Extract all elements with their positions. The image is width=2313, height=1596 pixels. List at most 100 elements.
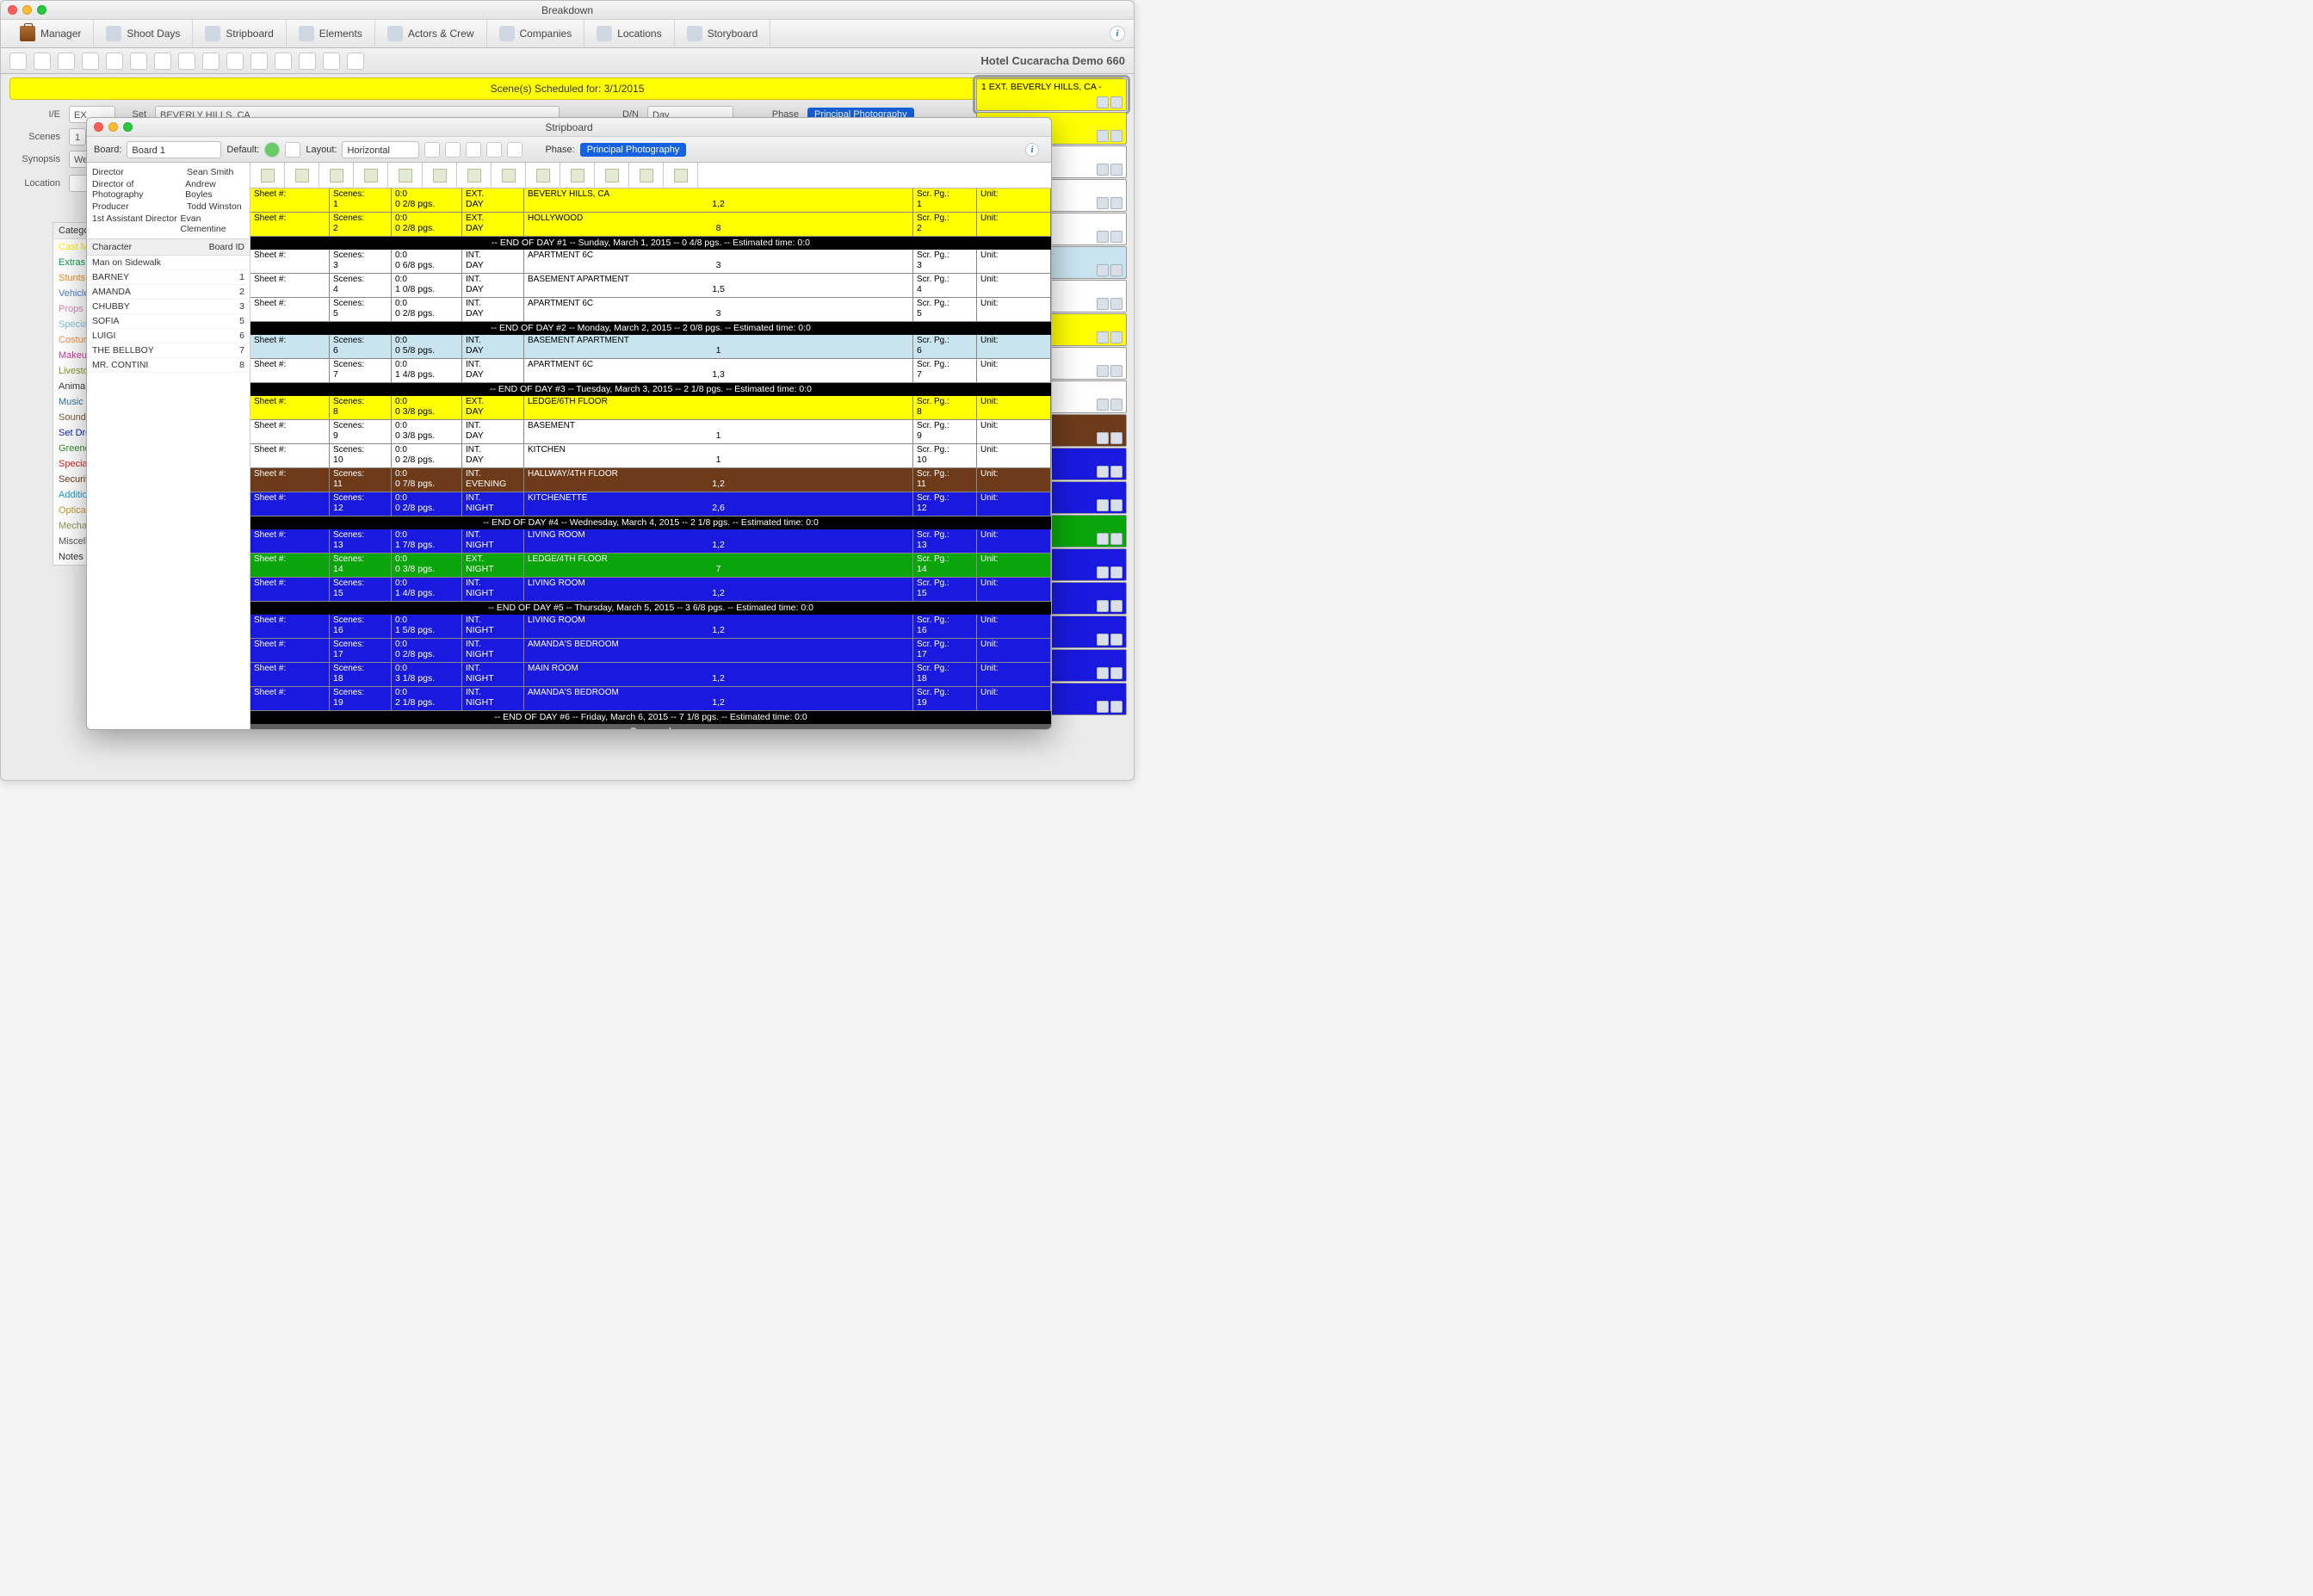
tab-actors-crew[interactable]: Actors & Crew [375, 20, 487, 47]
strip-tool-icon[interactable] [629, 163, 664, 189]
strip-tool-icon[interactable] [319, 163, 354, 189]
strip-row[interactable]: Sheet #:Scenes:50:00 2/8 pgs.INT.DAYAPAR… [250, 298, 1051, 322]
strip-row[interactable]: Sheet #:Scenes:10:00 2/8 pgs.EXT.DAYBEVE… [250, 189, 1051, 213]
day-break[interactable]: -- END OF DAY #3 -- Tuesday, March 3, 20… [250, 383, 1051, 396]
strip-row[interactable]: Sheet #:Scenes:140:00 3/8 pgs.EXT.NIGHTL… [250, 554, 1051, 578]
strip-row[interactable]: Sheet #:Scenes:30:00 6/8 pgs.INT.DAYAPAR… [250, 250, 1051, 274]
strip-row[interactable]: Sheet #:Scenes:180:03 1/8 pgs.INT.NIGHTM… [250, 663, 1051, 687]
strip-row[interactable]: Sheet #:Scenes:120:00 2/8 pgs.INT.NIGHTK… [250, 492, 1051, 517]
strip-row[interactable]: Sheet #:Scenes:110:00 7/8 pgs.INT.EVENIN… [250, 468, 1051, 492]
strip-tool-icon[interactable] [526, 163, 560, 189]
strip-tool-icon[interactable] [285, 163, 319, 189]
layout-select[interactable]: Horizontal [342, 141, 419, 158]
close-icon[interactable] [94, 122, 103, 132]
day-break[interactable]: -- END OF DAY #5 -- Thursday, March 5, 2… [250, 602, 1051, 615]
character-row[interactable]: SOFIA5 [87, 314, 250, 329]
tool-e-icon[interactable] [507, 142, 523, 158]
day-break[interactable]: -- END OF DAY #1 -- Sunday, March 1, 201… [250, 237, 1051, 250]
strip-row[interactable]: Sheet #:Scenes:90:00 3/8 pgs.INT.DAYBASE… [250, 420, 1051, 444]
day-break[interactable]: -- END OF DAY #6 -- Friday, March 6, 201… [250, 711, 1051, 724]
zoom-icon[interactable] [37, 5, 46, 15]
strip-tool-icon[interactable] [560, 163, 595, 189]
strip-tool-icon[interactable] [250, 163, 285, 189]
tool-misc1-icon[interactable] [226, 53, 244, 70]
tool-page-icon[interactable] [130, 53, 147, 70]
tool-export-icon[interactable] [154, 53, 171, 70]
character-row[interactable]: BARNEY1 [87, 270, 250, 285]
strip-row[interactable]: Sheet #:Scenes:150:01 4/8 pgs.INT.NIGHTL… [250, 578, 1051, 602]
strip-row[interactable]: Sheet #:Scenes:70:01 4/8 pgs.INT.DAYAPAR… [250, 359, 1051, 383]
strip-tool-icon[interactable] [457, 163, 492, 189]
tab-stripboard[interactable]: Stripboard [193, 20, 286, 47]
strip-row[interactable]: Sheet #:Scenes:20:00 2/8 pgs.EXT.DAYHOLL… [250, 213, 1051, 237]
strip-tool-icon[interactable] [664, 163, 698, 189]
tool-b-icon[interactable] [445, 142, 461, 158]
tool-refresh-icon[interactable] [323, 53, 340, 70]
tool-misc3-icon[interactable] [275, 53, 292, 70]
boneyard-bar[interactable]: Boneyard [250, 724, 1051, 729]
tool-delete-icon[interactable] [34, 53, 51, 70]
strip-row[interactable]: Sheet #:Scenes:130:01 7/8 pgs.INT.NIGHTL… [250, 529, 1051, 554]
crew-name: Todd Winston [187, 201, 242, 212]
strip-row[interactable]: Sheet #:Scenes:190:02 1/8 pgs.INT.NIGHTA… [250, 687, 1051, 711]
thumb-icon [1097, 164, 1109, 176]
minimize-icon[interactable] [22, 5, 32, 15]
tab-locations[interactable]: Locations [584, 20, 674, 47]
tool-misc2-icon[interactable] [250, 53, 268, 70]
tool-a-icon[interactable] [424, 142, 440, 158]
character-row[interactable]: MR. CONTINI8 [87, 358, 250, 373]
tab-elements[interactable]: Elements [287, 20, 375, 47]
strip-phase-pill[interactable]: Principal Photography [580, 143, 687, 157]
tool-box-icon[interactable] [347, 53, 364, 70]
character-row[interactable]: LUIGI6 [87, 329, 250, 343]
close-icon[interactable] [8, 5, 17, 15]
tool-d-icon[interactable] [486, 142, 502, 158]
day-break[interactable]: -- END OF DAY #4 -- Wednesday, March 4, … [250, 517, 1051, 529]
tool-misc4-icon[interactable] [299, 53, 316, 70]
zoom-icon[interactable] [123, 122, 133, 132]
strip-area[interactable]: Sheet #:Scenes:10:00 2/8 pgs.EXT.DAYBEVE… [250, 189, 1051, 729]
sidebar-strip[interactable]: 1 EXT. BEVERLY HILLS, CA - [976, 78, 1127, 111]
titlebar[interactable]: Breakdown [1, 1, 1134, 20]
strip-tool-icon[interactable] [388, 163, 423, 189]
tab-storyboard[interactable]: Storyboard [675, 20, 771, 47]
tool-new-icon[interactable] [9, 53, 27, 70]
character-row[interactable]: Man on Sidewalk [87, 256, 250, 270]
tool-grid-icon[interactable] [178, 53, 195, 70]
board-select[interactable]: Board 1 [127, 141, 221, 158]
tab-label: Actors & Crew [408, 28, 474, 40]
scenes-field[interactable]: 1 [69, 128, 86, 145]
tab-manager[interactable]: Manager [8, 20, 94, 47]
strip-row[interactable]: Sheet #:Scenes:80:00 3/8 pgs.EXT.DAYLEDG… [250, 396, 1051, 420]
character-row[interactable]: AMANDA2 [87, 285, 250, 300]
strip-row[interactable]: Sheet #:Scenes:170:00 2/8 pgs.INT.NIGHTA… [250, 639, 1051, 663]
strip-row[interactable]: Sheet #:Scenes:60:00 5/8 pgs.INT.DAYBASE… [250, 335, 1051, 359]
info-icon[interactable]: i [1110, 26, 1125, 41]
thumb-icon [1097, 533, 1109, 545]
strip-row[interactable]: Sheet #:Scenes:100:00 2/8 pgs.INT.DAYKIT… [250, 444, 1051, 468]
strip-row[interactable]: Sheet #:Scenes:160:01 5/8 pgs.INT.NIGHTL… [250, 615, 1051, 639]
strip-row[interactable]: Sheet #:Scenes:40:01 0/8 pgs.INT.DAYBASE… [250, 274, 1051, 298]
tab-shoot-days[interactable]: Shoot Days [94, 20, 193, 47]
strip-tool-icon[interactable] [492, 163, 526, 189]
tool-print-icon[interactable] [82, 53, 99, 70]
character-row[interactable]: THE BELLBOY7 [87, 343, 250, 358]
tool-copy-icon[interactable] [58, 53, 75, 70]
stripboard-titlebar[interactable]: Stripboard [87, 118, 1051, 137]
tool-color-icon[interactable] [202, 53, 220, 70]
minimize-icon[interactable] [108, 122, 118, 132]
tab-icon [106, 26, 121, 41]
strip-tool-icon[interactable] [595, 163, 629, 189]
clipboard-icon[interactable] [285, 142, 300, 158]
strip-tool-icon[interactable] [423, 163, 457, 189]
character-row[interactable]: CHUBBY3 [87, 300, 250, 314]
default-check-icon[interactable] [264, 142, 280, 158]
character-name: AMANDA [92, 287, 227, 297]
day-break[interactable]: -- END OF DAY #2 -- Monday, March 2, 201… [250, 322, 1051, 335]
tool-align-icon[interactable] [106, 53, 123, 70]
tool-c-icon[interactable] [466, 142, 481, 158]
info-icon[interactable]: i [1025, 143, 1039, 157]
icon-toolbar: Hotel Cucaracha Demo 660 [1, 48, 1134, 74]
tab-companies[interactable]: Companies [487, 20, 585, 47]
strip-tool-icon[interactable] [354, 163, 388, 189]
